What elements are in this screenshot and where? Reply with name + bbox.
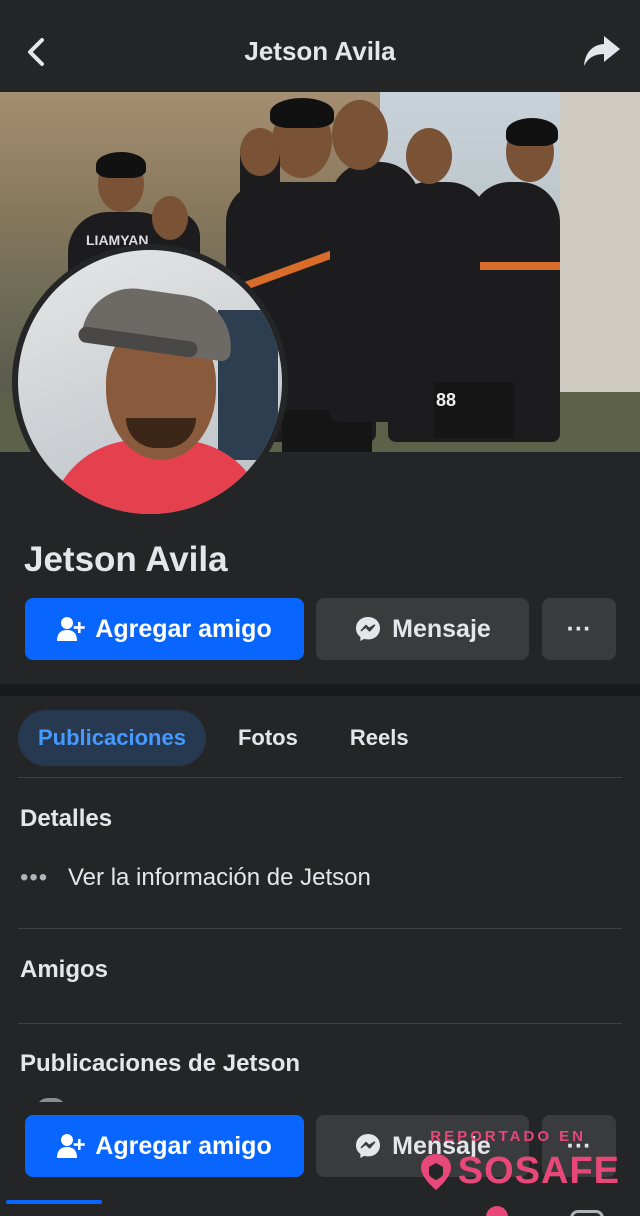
cover-shorts-number: 88 — [436, 390, 457, 410]
posts-title: Publicaciones de Jetson — [20, 1050, 301, 1077]
tab-fotos[interactable]: Fotos — [218, 710, 318, 766]
more-options-icon: ··· — [566, 614, 592, 643]
cover-player-hair — [96, 152, 146, 178]
nav-icon-partial — [570, 1210, 604, 1216]
cover-player-head — [332, 100, 388, 170]
add-person-icon — [57, 617, 85, 641]
details-title: Detalles — [20, 805, 113, 832]
message-button[interactable]: Mensaje — [316, 598, 529, 660]
add-friend-label: Agregar amigo — [95, 1131, 272, 1160]
messenger-icon — [356, 617, 381, 641]
tab-reels[interactable]: Reels — [330, 710, 429, 766]
location-pin-icon — [420, 1153, 451, 1190]
watermark-brand: SOSAFE — [457, 1150, 620, 1192]
cover-player-head — [240, 128, 280, 176]
messenger-icon — [356, 1134, 381, 1158]
see-info-row[interactable]: ••• Ver la información de Jetson — [20, 864, 371, 892]
divider — [18, 1023, 622, 1024]
divider — [18, 928, 622, 929]
see-info-label: Ver la información de Jetson — [68, 864, 371, 891]
sosafe-watermark: REPORTADO EN SOSAFE — [420, 1128, 620, 1208]
page-title: Jetson Avila — [244, 36, 396, 66]
section-divider — [0, 684, 640, 696]
tab-publicaciones[interactable]: Publicaciones — [18, 710, 206, 766]
more-dots-icon: ••• — [20, 864, 49, 891]
profile-avatar[interactable] — [12, 244, 288, 520]
cover-player-hair — [270, 98, 334, 128]
share-icon[interactable] — [582, 30, 622, 70]
tab-indicator — [6, 1200, 102, 1204]
add-friend-label: Agregar amigo — [95, 614, 272, 643]
friends-title: Amigos — [20, 956, 109, 983]
more-options-button[interactable]: ··· — [542, 598, 616, 660]
sticky-add-friend-button[interactable]: Agregar amigo — [25, 1115, 304, 1177]
cover-jersey-stripe — [480, 262, 560, 270]
profile-name: Jetson Avila — [24, 540, 228, 579]
message-label: Mensaje — [392, 614, 491, 643]
watermark-caption: REPORTADO EN — [430, 1128, 586, 1145]
divider — [18, 777, 622, 778]
add-friend-button[interactable]: Agregar amigo — [25, 598, 304, 660]
cover-player-head — [406, 128, 452, 184]
top-bar: Jetson Avila — [0, 0, 640, 92]
cover-player-hair — [506, 118, 558, 146]
profile-tabs: Publicaciones Fotos Reels — [18, 710, 441, 766]
watermark-logo: SOSAFE — [418, 1150, 620, 1193]
add-person-icon — [57, 1134, 85, 1158]
cover-player-head — [152, 196, 188, 240]
